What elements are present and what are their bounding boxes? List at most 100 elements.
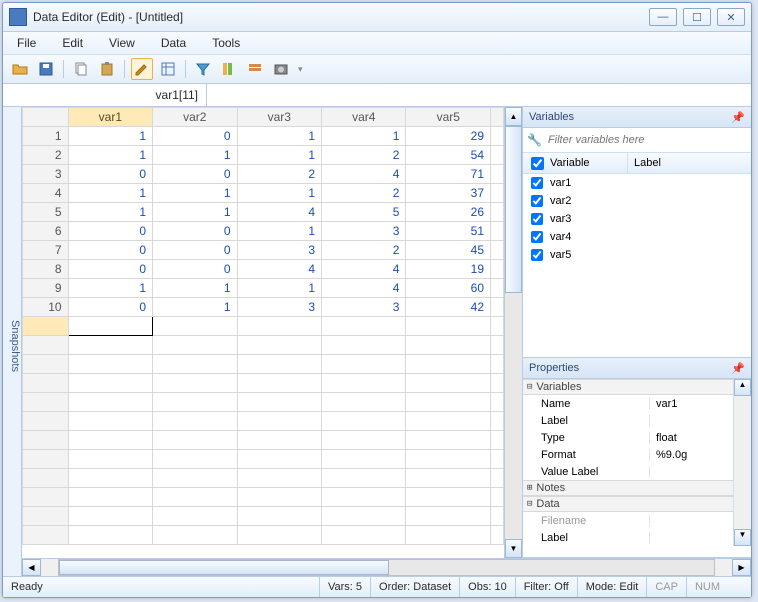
- variable-checkbox[interactable]: [531, 249, 543, 261]
- data-cell[interactable]: 1: [237, 127, 321, 146]
- menu-tools[interactable]: Tools: [208, 34, 244, 52]
- prop-row-filename[interactable]: Filename: [523, 512, 733, 529]
- props-group-variables[interactable]: ⊟Variables: [523, 379, 733, 395]
- data-cell[interactable]: 71: [406, 165, 491, 184]
- data-row[interactable]: 2111254: [23, 146, 504, 165]
- data-cell[interactable]: 1: [153, 279, 237, 298]
- data-row[interactable]: 3002471: [23, 165, 504, 184]
- data-cell[interactable]: 3: [237, 298, 321, 317]
- data-cell[interactable]: 29: [406, 127, 491, 146]
- snapshot-icon[interactable]: [270, 58, 292, 80]
- active-cell[interactable]: [68, 317, 152, 336]
- prop-row-data-label[interactable]: Label: [523, 529, 733, 546]
- variable-row[interactable]: var1: [523, 174, 751, 192]
- data-cell[interactable]: 4: [322, 165, 406, 184]
- horizontal-scrollbar[interactable]: ◀ ▶: [22, 558, 751, 576]
- variables-icon[interactable]: [218, 58, 240, 80]
- data-cell[interactable]: 1: [237, 222, 321, 241]
- data-cell[interactable]: 1: [153, 184, 237, 203]
- data-cell[interactable]: 1: [68, 146, 152, 165]
- data-row[interactable]: 4111237: [23, 184, 504, 203]
- data-cell[interactable]: 0: [68, 260, 152, 279]
- data-cell[interactable]: 1: [153, 298, 237, 317]
- variable-row[interactable]: var2: [523, 192, 751, 210]
- data-cell[interactable]: 3: [322, 222, 406, 241]
- data-cell[interactable]: 4: [322, 260, 406, 279]
- minimize-button[interactable]: —: [649, 8, 677, 26]
- variables-header[interactable]: Variable Label: [523, 153, 751, 174]
- data-row[interactable]: 8004419: [23, 260, 504, 279]
- data-cell[interactable]: 26: [406, 203, 491, 222]
- prop-row-label[interactable]: Label: [523, 412, 733, 429]
- data-cell[interactable]: 0: [153, 127, 237, 146]
- data-cell[interactable]: 1: [68, 127, 152, 146]
- data-cell[interactable]: 60: [406, 279, 491, 298]
- menu-view[interactable]: View: [105, 34, 139, 52]
- data-cell[interactable]: 0: [153, 241, 237, 260]
- column-header[interactable]: var1: [68, 108, 152, 127]
- properties-icon[interactable]: [244, 58, 266, 80]
- snapshots-tab[interactable]: Snapshots: [3, 107, 22, 576]
- data-row[interactable]: 1101129: [23, 127, 504, 146]
- data-cell[interactable]: 1: [237, 184, 321, 203]
- data-cell[interactable]: 0: [68, 165, 152, 184]
- open-icon[interactable]: [9, 58, 31, 80]
- data-cell[interactable]: 0: [68, 222, 152, 241]
- close-button[interactable]: ✕: [717, 8, 745, 26]
- column-header[interactable]: var4: [322, 108, 406, 127]
- cell-reference[interactable]: var1[11]: [3, 84, 207, 106]
- vertical-scrollbar[interactable]: ▲ ▼: [504, 107, 522, 558]
- data-cell[interactable]: 1: [68, 203, 152, 222]
- prop-row-value-label[interactable]: Value Label: [523, 463, 733, 480]
- data-cell[interactable]: 1: [237, 146, 321, 165]
- properties-scrollbar[interactable]: ▲ ▼: [733, 379, 751, 546]
- data-cell[interactable]: 0: [153, 165, 237, 184]
- copy-icon[interactable]: [70, 58, 92, 80]
- data-row[interactable]: 6001351: [23, 222, 504, 241]
- props-group-data[interactable]: ⊟Data: [523, 496, 733, 512]
- variable-checkbox[interactable]: [531, 213, 543, 225]
- menu-file[interactable]: File: [13, 34, 40, 52]
- data-cell[interactable]: 1: [237, 279, 321, 298]
- data-row[interactable]: 5114526: [23, 203, 504, 222]
- select-all-checkbox[interactable]: [531, 157, 544, 170]
- variables-panel-header[interactable]: Variables 📌: [523, 107, 751, 128]
- cell-value-input[interactable]: [207, 84, 751, 106]
- data-cell[interactable]: 2: [322, 241, 406, 260]
- prop-row-type[interactable]: Typefloat: [523, 429, 733, 446]
- prop-row-name[interactable]: Namevar1: [523, 395, 733, 412]
- data-cell[interactable]: 4: [322, 279, 406, 298]
- data-cell[interactable]: 2: [237, 165, 321, 184]
- prop-row-format[interactable]: Format%9.0g: [523, 446, 733, 463]
- column-header[interactable]: var3: [237, 108, 321, 127]
- data-cell[interactable]: 37: [406, 184, 491, 203]
- data-cell[interactable]: 0: [153, 222, 237, 241]
- wrench-icon[interactable]: 🔧: [527, 133, 542, 147]
- props-group-notes[interactable]: ⊞Notes: [523, 480, 733, 496]
- properties-panel-header[interactable]: Properties 📌: [523, 358, 751, 379]
- data-cell[interactable]: 2: [322, 184, 406, 203]
- edit-mode-icon[interactable]: [131, 58, 153, 80]
- data-cell[interactable]: 4: [237, 260, 321, 279]
- data-row[interactable]: 7003245: [23, 241, 504, 260]
- column-header[interactable]: var2: [153, 108, 237, 127]
- menu-data[interactable]: Data: [157, 34, 190, 52]
- data-grid[interactable]: var1var2var3var4var5 1101129211125430024…: [22, 107, 504, 558]
- data-cell[interactable]: 0: [68, 298, 152, 317]
- variable-row[interactable]: var4: [523, 228, 751, 246]
- data-cell[interactable]: 0: [68, 241, 152, 260]
- titlebar[interactable]: Data Editor (Edit) - [Untitled] — ☐ ✕: [3, 3, 751, 32]
- new-row[interactable]: [23, 317, 504, 336]
- column-header[interactable]: var5: [406, 108, 491, 127]
- variable-checkbox[interactable]: [531, 231, 543, 243]
- variable-row[interactable]: var3: [523, 210, 751, 228]
- data-row[interactable]: 9111460: [23, 279, 504, 298]
- save-icon[interactable]: [35, 58, 57, 80]
- data-cell[interactable]: 2: [322, 146, 406, 165]
- data-cell[interactable]: 54: [406, 146, 491, 165]
- data-cell[interactable]: 0: [153, 260, 237, 279]
- variable-checkbox[interactable]: [531, 195, 543, 207]
- data-cell[interactable]: 3: [322, 298, 406, 317]
- pin-icon[interactable]: 📌: [731, 111, 745, 124]
- data-cell[interactable]: 1: [68, 279, 152, 298]
